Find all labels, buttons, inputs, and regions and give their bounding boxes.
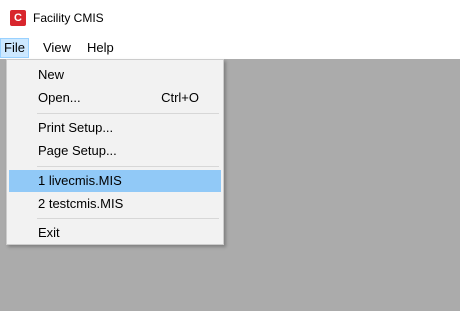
menu-separator: [37, 218, 219, 219]
menu-item-new[interactable]: New: [9, 64, 221, 86]
menu-separator: [37, 166, 219, 167]
file-dropdown-menu: New Open... Ctrl+O Print Setup... Page S…: [6, 59, 224, 245]
menu-help[interactable]: Help: [83, 38, 118, 58]
menu-item-exit-label: Exit: [38, 225, 60, 240]
app-logo-icon[interactable]: C: [10, 10, 26, 26]
menu-item-recent-1-label: 1 livecmis.MIS: [38, 173, 122, 188]
menu-bar: File View Help: [0, 37, 460, 59]
menu-item-open[interactable]: Open... Ctrl+O: [9, 87, 221, 109]
menu-item-new-label: New: [38, 67, 65, 82]
menu-item-exit[interactable]: Exit: [9, 222, 221, 244]
menu-item-print-setup[interactable]: Print Setup...: [9, 117, 221, 139]
menu-item-open-label: Open...: [38, 90, 81, 105]
window-title: Facility CMIS: [33, 11, 104, 25]
title-bar: C Facility CMIS: [0, 0, 460, 36]
menu-item-recent-2[interactable]: 2 testcmis.MIS: [9, 193, 221, 215]
menu-item-open-shortcut: Ctrl+O: [161, 90, 199, 105]
menu-item-page-setup[interactable]: Page Setup...: [9, 140, 221, 162]
menu-view[interactable]: View: [39, 38, 75, 58]
menu-separator: [37, 113, 219, 114]
menu-item-recent-1[interactable]: 1 livecmis.MIS: [9, 170, 221, 192]
menu-item-page-setup-label: Page Setup...: [38, 143, 117, 158]
menu-item-recent-2-label: 2 testcmis.MIS: [38, 196, 124, 211]
menu-file[interactable]: File: [0, 38, 29, 58]
menu-item-print-setup-label: Print Setup...: [38, 120, 114, 135]
